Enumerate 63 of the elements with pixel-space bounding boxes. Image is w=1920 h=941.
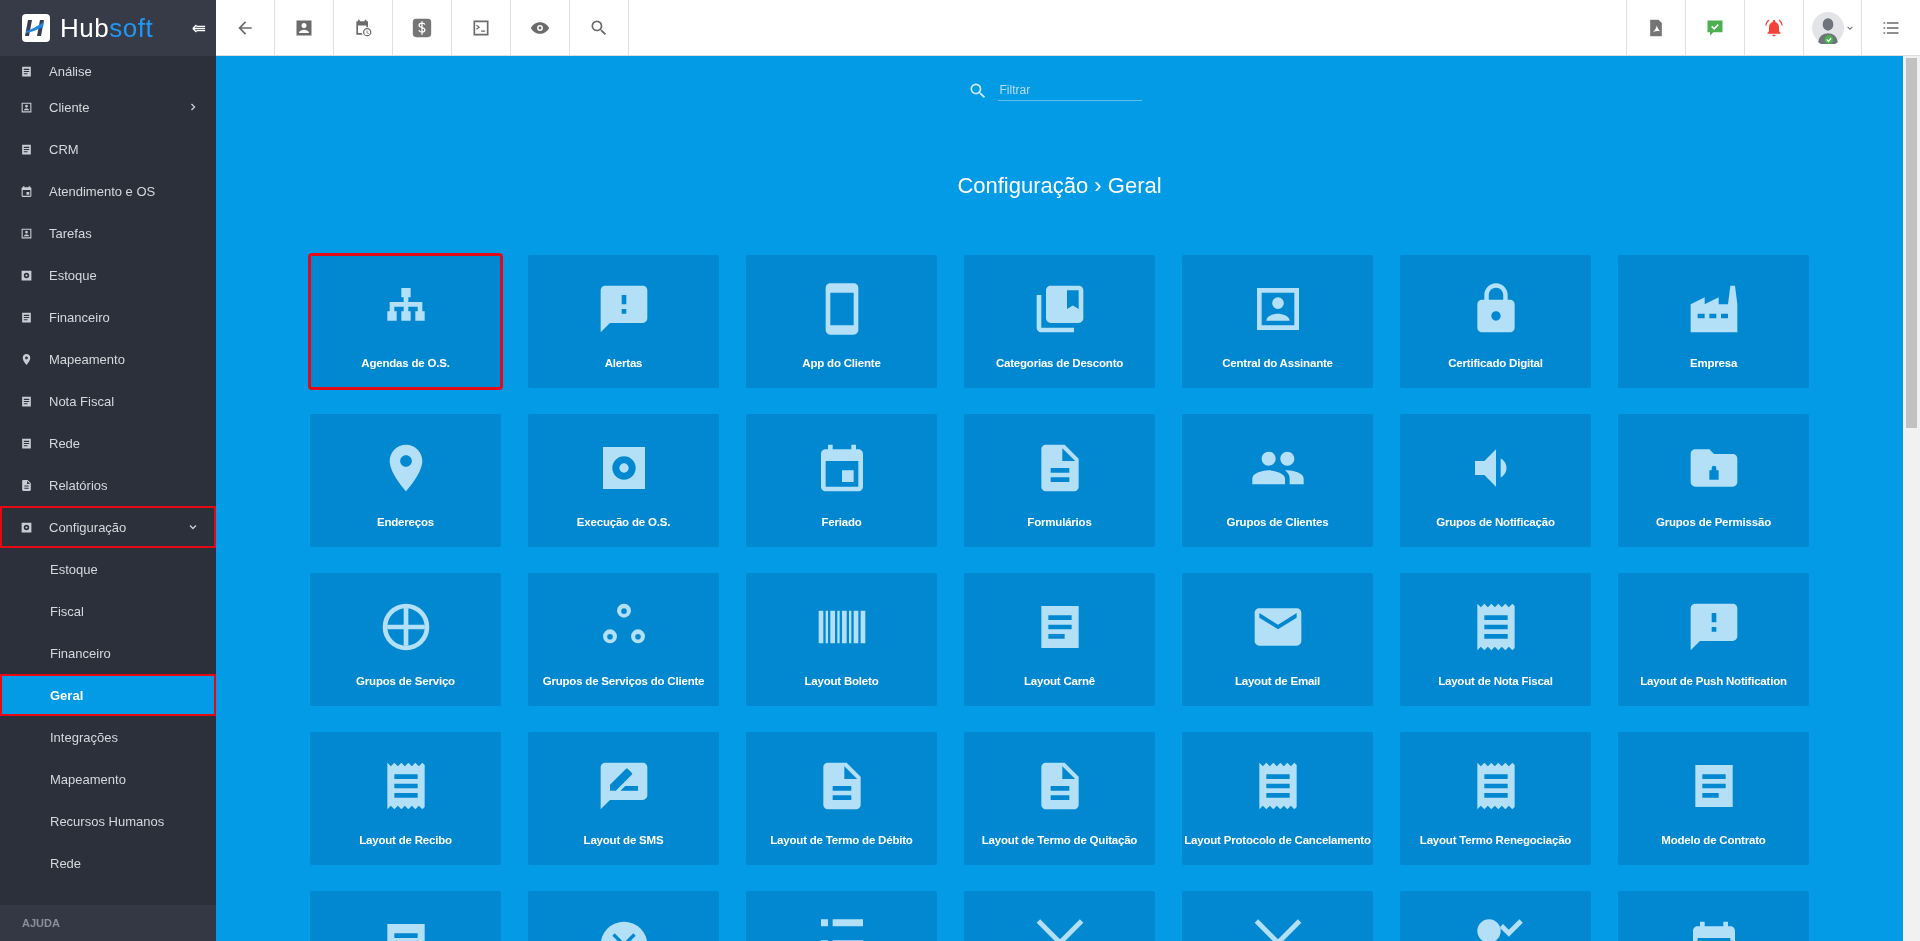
sidebar-item[interactable]: Mapeamento [0,338,216,380]
settings-tile[interactable]: Alertas [528,255,719,388]
sidebar-item[interactable]: CRM [0,128,216,170]
settings-tile[interactable]: Categorias de Desconto [964,255,1155,388]
submenu-item[interactable]: Geral [0,674,216,716]
settings-tile[interactable]: Grupos de Serviço [310,573,501,706]
document-icon [20,478,33,492]
settings-tile[interactable]: Layout de Termo de Débito [746,732,937,865]
settings-tile[interactable]: Agendas de O.S. [310,255,501,388]
sidebar-item[interactable]: Relatórios [0,464,216,506]
settings-tile[interactable]: Layout de Email [1182,573,1373,706]
contact-icon [20,100,33,114]
settings-tile[interactable]: Central do Assinante [1182,255,1373,388]
settings-tile[interactable]: Layout Carnê [964,573,1155,706]
sidebar-item[interactable]: Nota Fiscal [0,380,216,422]
settings-tile[interactable]: Execução de O.S. [528,414,719,547]
settings-tile[interactable]: Layout de SMS [528,732,719,865]
settings-tile[interactable]: Modelo de Contrato [1618,732,1809,865]
filter-input[interactable]: Filtrar [997,80,1142,101]
submenu-item[interactable]: Fiscal [0,590,216,632]
settings-tile[interactable]: Certificado Digital [1400,255,1591,388]
logo-icon [22,14,50,42]
calendar-icon [20,184,33,198]
settings-tile[interactable]: Layout de Termo de Quitação [964,732,1155,865]
settings-tile[interactable]: Grupos de Notificação [1400,414,1591,547]
sidebar-item[interactable]: Tarefas [0,212,216,254]
submenu-item[interactable]: Mapeamento [0,758,216,800]
calendar-clock-icon [353,17,373,38]
collapse-menu-icon[interactable] [192,22,206,34]
settings-tile[interactable]: Endereços [310,414,501,547]
sidebar-item[interactable]: Rede [0,422,216,464]
sidebar-item[interactable]: Financeiro [0,296,216,338]
bell-icon [1764,17,1784,38]
submenu-item[interactable]: Financeiro [0,632,216,674]
scrollbar[interactable] [1903,56,1920,941]
dollar-icon [412,17,432,38]
settings-tile[interactable]: Formulários [964,414,1155,547]
settings-tile[interactable]: Layout Termo Renegociação [1400,732,1591,865]
submenu-item[interactable]: Recursos Humanos [0,800,216,842]
settings-tile[interactable]: Layout Boleto [746,573,937,706]
submenu-item[interactable]: Integrações [0,716,216,758]
sidebar-item[interactable]: Estoque [0,254,216,296]
sidebar-item[interactable]: Análise [0,56,216,86]
settings-tile[interactable]: Grupos de Permissão [1618,414,1809,547]
page-title: Configuração › Geral [957,173,1162,199]
submenu-item[interactable]: Rede [0,842,216,884]
settings-tile[interactable]: Layout Protocolo de Cancelamento [1182,732,1373,865]
settings-tile[interactable]: Grupos de Serviços do Cliente [528,573,719,706]
settings-tile[interactable]: App do Cliente [746,255,937,388]
sidebar-item[interactable]: Configuração [0,506,216,548]
location-pin-icon [20,352,33,366]
avatar-icon [1811,11,1844,44]
sidebar-item[interactable]: Atendimento e OS [0,170,216,212]
settings-tile[interactable]: Layout de Push Notification [1618,573,1809,706]
settings-tile[interactable]: Grupos de Clientes [1182,414,1373,547]
settings-tile[interactable]: Layout de Recibo [310,732,501,865]
sidebar-item[interactable]: Cliente [0,86,216,128]
submenu-item[interactable]: Estoque [0,548,216,590]
settings-tile[interactable]: Layout de Nota Fiscal [1400,573,1591,706]
settings-tile[interactable]: Feriado [746,414,937,547]
settings-tile[interactable]: Empresa [1618,255,1809,388]
logo-text: Hubsoft [60,12,154,44]
section-header: AJUDA [0,905,216,941]
